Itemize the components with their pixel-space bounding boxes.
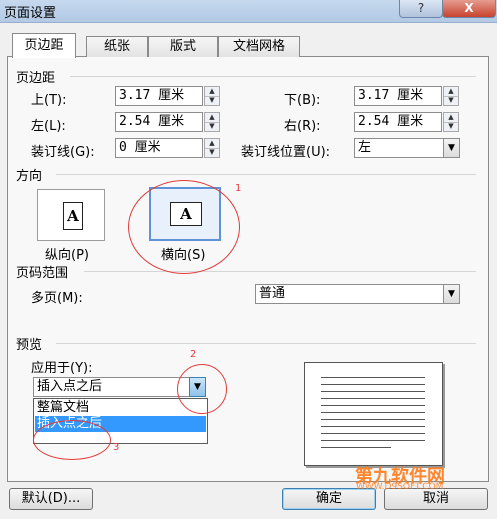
default-button[interactable]: 默认(D)...	[9, 488, 93, 510]
gutter-spinner[interactable]: ▲ ▼	[204, 138, 220, 158]
gutter-label: 装订线(G):	[31, 145, 95, 160]
multiple-pages-label: 多页(M):	[31, 291, 83, 306]
top-margin-spinner[interactable]: ▲ ▼	[204, 86, 220, 106]
apply-to-select[interactable]: 插入点之后	[33, 377, 191, 397]
help-icon: ?	[417, 1, 425, 15]
tab-doc-grid[interactable]: 文档网格	[218, 36, 300, 57]
bottom-margin-spinner[interactable]: ▲ ▼	[443, 86, 459, 106]
right-margin-spinner[interactable]: ▲ ▼	[443, 112, 459, 132]
watermark-url: WWW.D9SOFT.COM	[356, 482, 444, 492]
spin-down-icon[interactable]: ▼	[205, 96, 219, 105]
right-margin-label: 右(R):	[284, 119, 321, 134]
gutter-input[interactable]: 0 厘米	[115, 138, 203, 158]
preview-page	[304, 362, 443, 466]
chevron-down-icon[interactable]: ▼	[443, 138, 460, 158]
margins-heading: 页边距	[16, 71, 56, 86]
multiple-pages-select[interactable]: 普通	[255, 284, 444, 304]
portrait-page-icon: A	[63, 202, 83, 230]
tab-paper[interactable]: 纸张	[86, 36, 148, 57]
pages-heading: 页码范围	[16, 266, 69, 281]
annotation-number: 2	[190, 349, 197, 360]
divider	[84, 271, 476, 272]
right-margin-input[interactable]: 2.54 厘米	[354, 112, 442, 132]
close-button[interactable]: X	[442, 0, 496, 18]
annotation-number: 1	[235, 183, 242, 194]
annotation-number: 3	[113, 442, 120, 453]
spin-down-icon[interactable]: ▼	[444, 122, 458, 131]
annotation-circle	[128, 180, 240, 274]
apply-to-label: 应用于(Y):	[31, 361, 93, 376]
spin-down-icon[interactable]: ▼	[444, 96, 458, 105]
bottom-margin-label: 下(B):	[284, 93, 321, 108]
annotation-circle	[33, 420, 111, 460]
orientation-heading: 方向	[16, 169, 43, 184]
chevron-down-icon[interactable]: ▼	[443, 284, 460, 304]
left-margin-input[interactable]: 2.54 厘米	[115, 112, 203, 132]
gutter-position-select[interactable]: 左	[354, 138, 444, 158]
top-margin-label: 上(T):	[31, 93, 67, 108]
left-margin-label: 左(L):	[31, 119, 66, 134]
divider	[70, 76, 476, 77]
tab-layout[interactable]: 版式	[148, 36, 218, 57]
bottom-margin-input[interactable]: 3.17 厘米	[354, 86, 442, 106]
close-icon: X	[464, 1, 474, 15]
help-button[interactable]: ?	[399, 0, 443, 18]
portrait-label[interactable]: 纵向(P)	[45, 244, 89, 263]
portrait-option[interactable]: A	[37, 189, 105, 241]
tab-margins[interactable]: 页边距	[12, 33, 76, 58]
divider	[56, 174, 476, 175]
gutter-position-label: 装订线位置(U):	[241, 145, 331, 160]
window-title: 页面设置	[4, 6, 57, 21]
preview-heading: 预览	[16, 338, 43, 353]
top-margin-input[interactable]: 3.17 厘米	[115, 86, 203, 106]
spin-down-icon[interactable]: ▼	[205, 122, 219, 131]
annotation-circle	[177, 364, 227, 414]
divider	[56, 343, 476, 344]
spin-down-icon[interactable]: ▼	[205, 148, 219, 157]
left-margin-spinner[interactable]: ▲ ▼	[204, 112, 220, 132]
